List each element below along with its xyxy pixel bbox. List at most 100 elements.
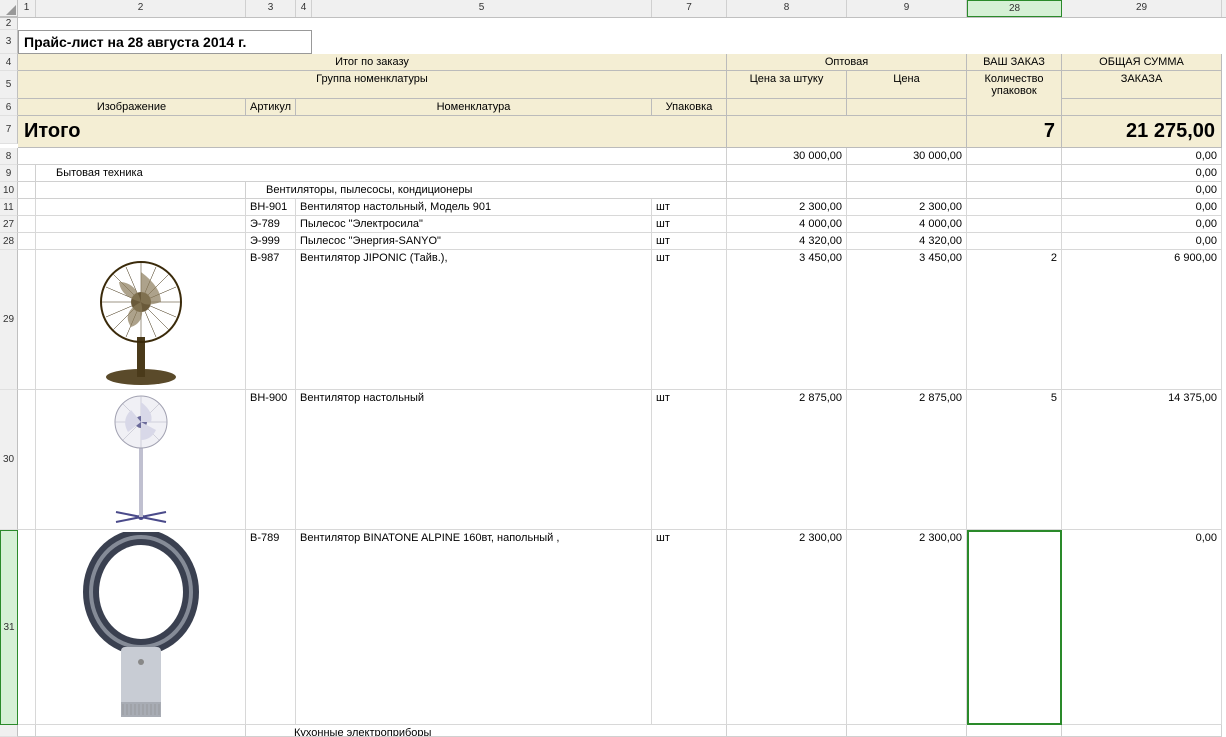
row-header[interactable]: 9 (0, 165, 18, 182)
header-nomenclature: Номенклатура (296, 99, 652, 116)
overall-sum: 0,00 (1062, 148, 1222, 165)
fan-bladeless-icon (81, 532, 201, 722)
col-header[interactable]: 4 (296, 0, 312, 17)
item-price-per-unit[interactable]: 4 320,00 (727, 233, 847, 250)
header-wholesale: Оптовая (727, 54, 967, 71)
item-article[interactable]: ВН-900 (246, 390, 296, 530)
item-unit[interactable]: шт (652, 199, 727, 216)
overall-price: 30 000,00 (847, 148, 967, 165)
item-name[interactable]: Вентилятор BINATONE ALPINE 160вт, наполь… (296, 530, 652, 725)
row-header[interactable] (0, 725, 18, 737)
item-name[interactable]: Вентилятор JIPONIC (Тайв.), (296, 250, 652, 390)
item-article[interactable]: ВН-901 (246, 199, 296, 216)
item-sum[interactable]: 0,00 (1062, 530, 1222, 725)
header-order-of: ЗАКАЗА (1062, 71, 1222, 99)
item-sum[interactable]: 0,00 (1062, 199, 1222, 216)
row-header[interactable]: 8 (0, 148, 18, 165)
item-article[interactable]: Э-789 (246, 216, 296, 233)
row-header[interactable]: 30 (0, 390, 18, 530)
row-header[interactable]: 6 (0, 99, 18, 116)
item-article[interactable]: В-987 (246, 250, 296, 390)
fan-stand-white-icon (106, 392, 176, 527)
item-unit[interactable]: шт (652, 390, 727, 530)
header-group: Группа номенклатуры (18, 71, 727, 99)
select-all-corner[interactable] (0, 0, 18, 17)
item-price[interactable]: 2 300,00 (847, 199, 967, 216)
item-unit[interactable]: шт (652, 233, 727, 250)
item-qty[interactable] (967, 233, 1062, 250)
header-article: Артикул (246, 99, 296, 116)
row-header[interactable]: 10 (0, 182, 18, 199)
item-price[interactable]: 2 875,00 (847, 390, 967, 530)
item-sum[interactable]: 0,00 (1062, 233, 1222, 250)
row-header[interactable]: 7 (0, 116, 18, 144)
category-sum: 0,00 (1062, 165, 1222, 182)
item-image-cell (36, 390, 246, 530)
header-price-per-unit: Цена за штуку (727, 71, 847, 99)
header-pack-count: Количество упаковок (967, 71, 1062, 99)
subcategory-name: Кухонные электроприборы (246, 725, 727, 737)
row-header[interactable]: 28 (0, 233, 18, 250)
row-header[interactable]: 3 (0, 30, 18, 54)
item-price-per-unit[interactable]: 2 300,00 (727, 530, 847, 725)
column-headers: 1 2 3 4 5 7 8 9 28 29 (0, 0, 1226, 18)
col-header[interactable]: 5 (312, 0, 652, 17)
item-unit[interactable]: шт (652, 250, 727, 390)
col-header[interactable]: 1 (18, 0, 36, 17)
row-header[interactable]: 29 (0, 250, 18, 390)
row-header[interactable]: 11 (0, 199, 18, 216)
item-sum[interactable]: 14 375,00 (1062, 390, 1222, 530)
col-header[interactable]: 8 (727, 0, 847, 17)
totals-qty: 7 (967, 116, 1062, 148)
header-your-order: ВАШ ЗАКАЗ (967, 54, 1062, 71)
header-packaging: Упаковка (652, 99, 727, 116)
item-qty-active-cell[interactable] (967, 530, 1062, 725)
item-article[interactable]: В-789 (246, 530, 296, 725)
item-unit[interactable]: шт (652, 216, 727, 233)
item-name[interactable]: Пылесос "Энергия-SANYO" (296, 233, 652, 250)
item-price[interactable]: 3 450,00 (847, 250, 967, 390)
item-qty[interactable] (967, 216, 1062, 233)
row-header[interactable]: 5 (0, 71, 18, 99)
col-header[interactable]: 9 (847, 0, 967, 17)
col-header[interactable]: 29 (1062, 0, 1222, 17)
row-header[interactable]: 4 (0, 54, 18, 71)
subcategory-name: Вентиляторы, пылесосы, кондиционеры (246, 184, 472, 196)
item-image-cell (36, 530, 246, 725)
col-header[interactable]: 28 (967, 0, 1062, 17)
row-header[interactable]: 27 (0, 216, 18, 233)
item-sum[interactable]: 0,00 (1062, 216, 1222, 233)
fan-desk-bronze-icon (91, 252, 191, 387)
item-image-cell (36, 250, 246, 390)
item-price[interactable]: 2 300,00 (847, 530, 967, 725)
item-name[interactable]: Вентилятор настольный, Модель 901 (296, 199, 652, 216)
page-title: Прайс-лист на 28 августа 2014 г. (18, 30, 312, 54)
overall-price-per-unit: 30 000,00 (727, 148, 847, 165)
header-price: Цена (847, 71, 967, 99)
item-unit[interactable]: шт (652, 530, 727, 725)
item-price-per-unit[interactable]: 4 000,00 (727, 216, 847, 233)
item-qty[interactable] (967, 199, 1062, 216)
header-grand-total: ОБЩАЯ СУММА (1062, 54, 1222, 71)
col-header[interactable]: 2 (36, 0, 246, 17)
item-price[interactable]: 4 000,00 (847, 216, 967, 233)
item-price-per-unit[interactable]: 2 875,00 (727, 390, 847, 530)
item-sum[interactable]: 6 900,00 (1062, 250, 1222, 390)
item-price-per-unit[interactable]: 3 450,00 (727, 250, 847, 390)
item-article[interactable]: Э-999 (246, 233, 296, 250)
row-header[interactable]: 31 (0, 530, 18, 725)
item-price[interactable]: 4 320,00 (847, 233, 967, 250)
col-header[interactable]: 7 (652, 0, 727, 17)
item-name[interactable]: Вентилятор настольный (296, 390, 652, 530)
item-qty[interactable]: 5 (967, 390, 1062, 530)
totals-label: Итого (18, 116, 727, 148)
col-header[interactable]: 3 (246, 0, 296, 17)
item-name[interactable]: Пылесос "Электросила" (296, 216, 652, 233)
item-qty[interactable]: 2 (967, 250, 1062, 390)
item-price-per-unit[interactable]: 2 300,00 (727, 199, 847, 216)
totals-sum: 21 275,00 (1062, 116, 1222, 148)
header-image: Изображение (18, 99, 246, 116)
row-header[interactable]: 2 (0, 18, 18, 30)
subcategory-sum: 0,00 (1062, 182, 1222, 199)
category-name: Бытовая техника (36, 165, 727, 182)
